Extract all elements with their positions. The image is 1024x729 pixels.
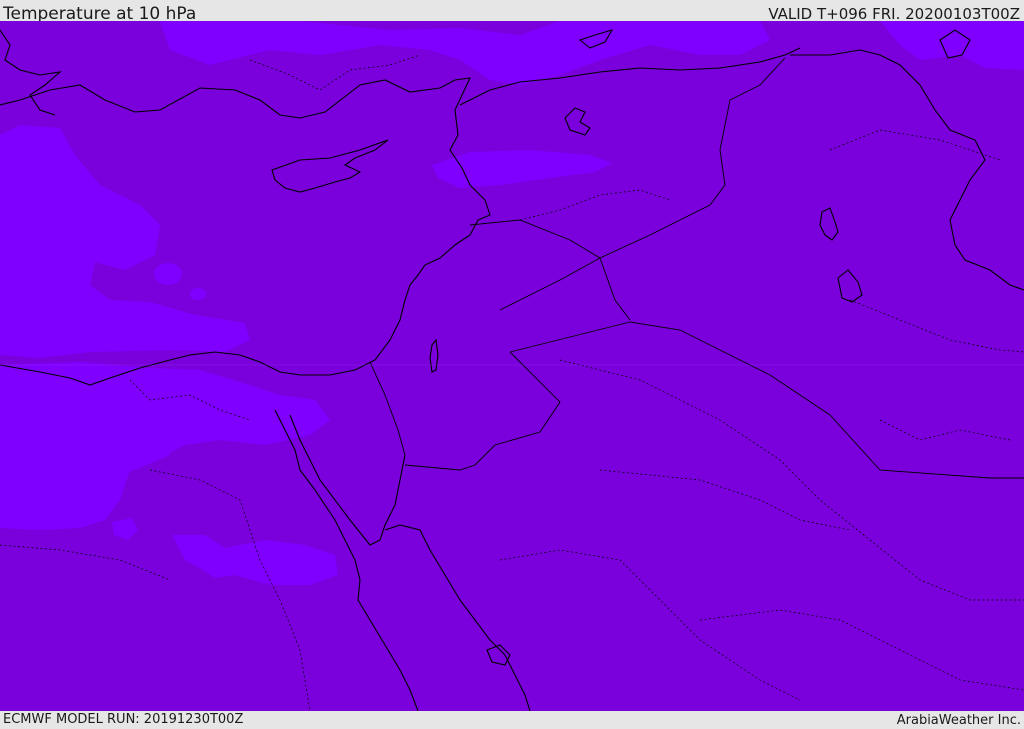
header-bar: Temperature at 10 hPa VALID T+096 FRI. 2… — [0, 0, 1024, 24]
credit-label: ArabiaWeather Inc. — [896, 713, 1021, 728]
patch-dot-3 — [190, 288, 206, 300]
temperature-field — [0, 21, 1024, 711]
patch-dot-1 — [32, 180, 64, 198]
model-run-label: ECMWF MODEL RUN: 20191230T00Z — [3, 712, 244, 727]
footer-bar: ECMWF MODEL RUN: 20191230T00Z ArabiaWeat… — [0, 711, 1024, 729]
patch-dot-2 — [154, 263, 182, 285]
temperature-map[interactable] — [0, 21, 1024, 711]
